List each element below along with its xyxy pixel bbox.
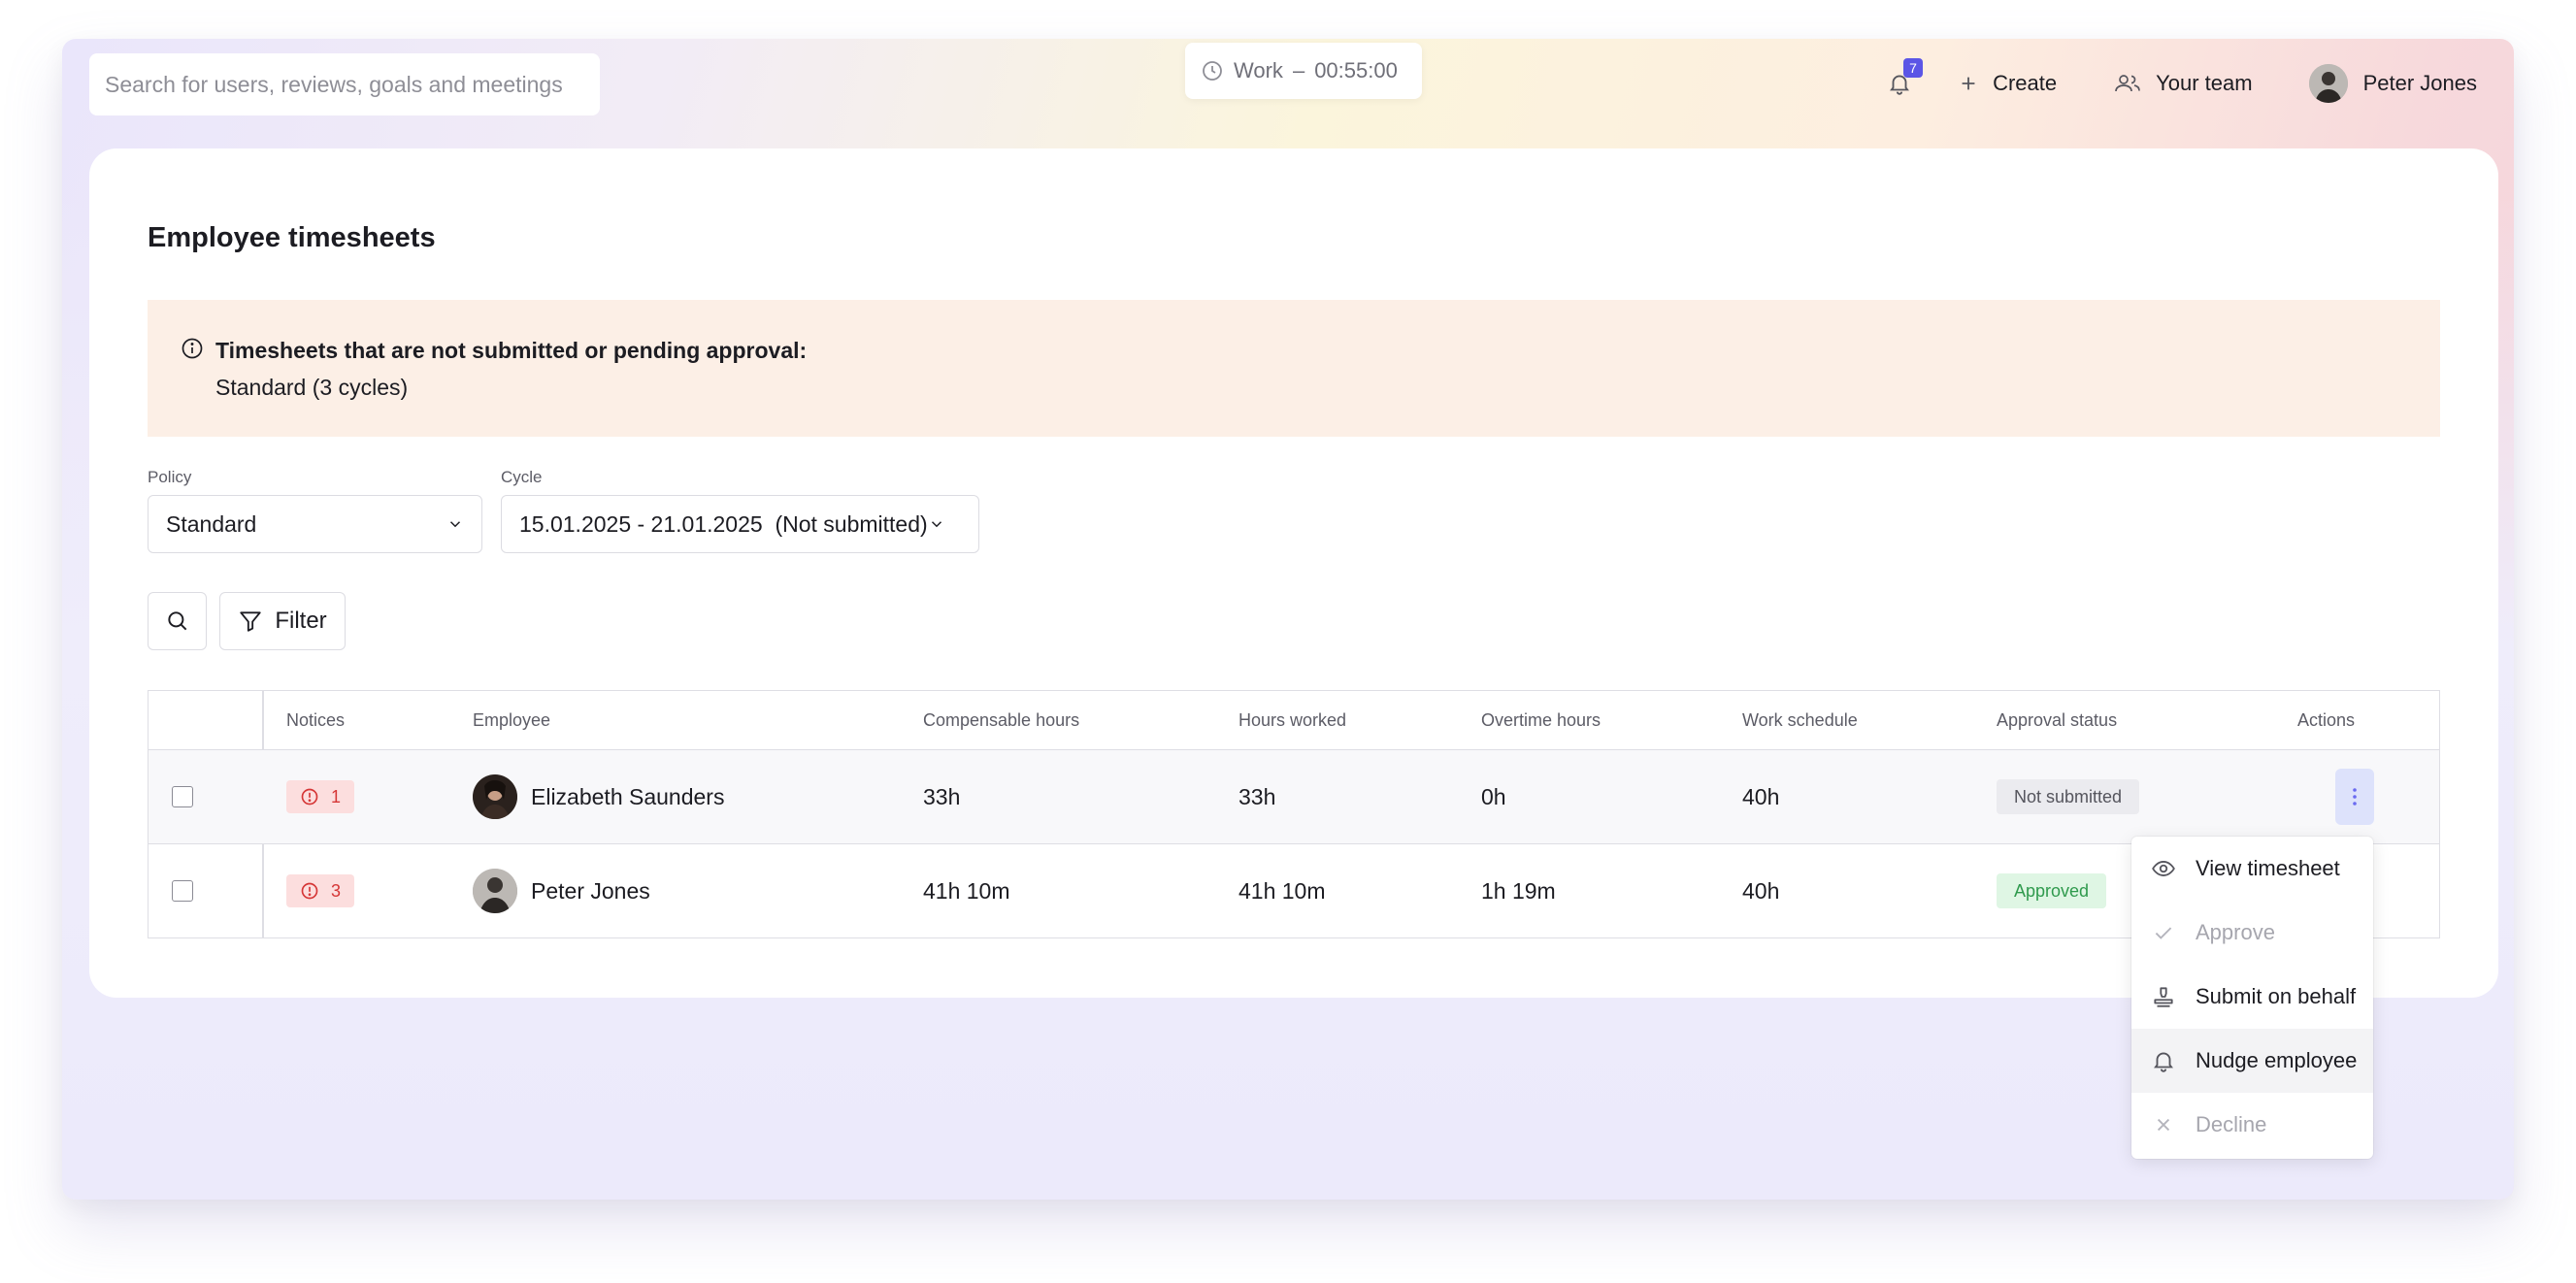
user-profile-button[interactable]: Peter Jones <box>2308 64 2477 103</box>
actions-kebab-button[interactable] <box>2335 769 2374 825</box>
chevron-down-icon <box>446 515 464 533</box>
work-schedule: 40h <box>1742 877 1780 904</box>
compensable-hours: 33h <box>923 783 961 809</box>
table-header: Notices Employee Compensable hours Hours… <box>149 691 2439 750</box>
approval-status: Not submitted <box>1997 779 2140 814</box>
work-schedule: 40h <box>1742 783 1780 809</box>
row-checkbox[interactable] <box>172 786 193 807</box>
policy-label: Policy <box>148 468 192 486</box>
column-header-compensable: Compensable hours <box>923 709 1080 730</box>
employee-cell[interactable]: Elizabeth Saunders <box>473 774 724 819</box>
stamp-icon <box>2151 984 2176 1009</box>
approval-status: Approved <box>1997 873 2107 908</box>
notice-detail: Standard (3 cycles) <box>215 375 409 400</box>
menu-item-label: View timesheet <box>2196 856 2340 880</box>
notices-count: 1 <box>331 786 342 806</box>
your-team-button[interactable]: Your team <box>2113 71 2253 96</box>
clock-icon <box>1201 59 1224 82</box>
column-header-worked: Hours worked <box>1238 709 1347 730</box>
avatar <box>2308 64 2348 103</box>
column-header-overtime: Overtime hours <box>1481 709 1602 730</box>
status-badge: Not submitted <box>1997 779 2140 814</box>
menu-item-decline[interactable]: Decline <box>2131 1093 2373 1157</box>
search-input[interactable] <box>105 71 600 98</box>
notifications-badge: 7 <box>1903 58 1924 78</box>
alert-circle-icon <box>300 787 319 806</box>
user-name: Peter Jones <box>2362 71 2477 95</box>
work-timer[interactable]: Work – 00:55:00 <box>1185 43 1422 99</box>
team-label: Your team <box>2156 71 2253 95</box>
filter-icon <box>238 609 263 634</box>
pending-notice: Timesheets that are not submitted or pen… <box>148 300 2440 437</box>
policy-select[interactable]: Standard <box>148 495 482 553</box>
team-icon <box>2113 71 2142 96</box>
table-row[interactable]: 3 Peter Jones 41h 10m 41h 10m 1h 19m 40h… <box>149 844 2439 938</box>
column-header-employee: Employee <box>473 709 551 730</box>
notice-title: Timesheets that are not submitted or pen… <box>215 338 808 363</box>
top-actions: 7 Create Your team Peter Jones <box>1880 54 2477 113</box>
row-checkbox[interactable] <box>172 880 193 902</box>
timesheets-table: Notices Employee Compensable hours Hours… <box>148 690 2440 938</box>
actions-menu: View timesheet Approve Submit on behalf … <box>2131 837 2373 1159</box>
column-header-notices: Notices <box>286 709 346 730</box>
page-title: Employee timesheets <box>148 222 436 253</box>
create-button[interactable]: Create <box>1958 71 2057 96</box>
menu-item-label: Approve <box>2196 920 2275 944</box>
notices-count: 3 <box>331 880 342 901</box>
x-icon <box>2151 1112 2176 1137</box>
menu-item-nudge-employee[interactable]: Nudge employee <box>2131 1029 2373 1093</box>
hours-worked: 41h 10m <box>1238 877 1326 904</box>
column-header-status: Approval status <box>1997 709 2118 730</box>
menu-item-submit-on-behalf[interactable]: Submit on behalf <box>2131 965 2373 1029</box>
eye-icon <box>2151 856 2176 881</box>
employee-name: Elizabeth Saunders <box>531 783 725 809</box>
cycle-label: Cycle <box>501 468 543 486</box>
alert-circle-icon <box>300 881 319 901</box>
cycle-value: 15.01.2025 - 21.01.2025 (Not submitted) <box>519 510 928 537</box>
bell-icon <box>2151 1048 2176 1073</box>
employee-name: Peter Jones <box>531 877 650 904</box>
hours-worked: 33h <box>1238 783 1276 809</box>
timer-separator: – <box>1292 58 1305 82</box>
compensable-hours: 41h 10m <box>923 877 1010 904</box>
employee-cell[interactable]: Peter Jones <box>473 869 650 913</box>
search-icon <box>165 609 190 634</box>
menu-item-label: Decline <box>2196 1112 2267 1136</box>
status-badge: Approved <box>1997 873 2107 908</box>
chevron-down-icon <box>928 463 977 585</box>
menu-item-label: Submit on behalf <box>2196 984 2357 1008</box>
column-header-actions: Actions <box>2297 709 2356 730</box>
menu-item-approve[interactable]: Approve <box>2131 901 2373 965</box>
filter-label: Filter <box>275 608 327 634</box>
more-vertical-icon <box>2351 785 2359 808</box>
cycle-select[interactable]: 15.01.2025 - 21.01.2025 (Not submitted) <box>501 495 979 553</box>
overtime-hours: 0h <box>1481 783 1506 809</box>
avatar <box>473 774 517 819</box>
info-icon <box>181 337 204 437</box>
table-search-button[interactable] <box>148 592 207 650</box>
menu-item-label: Nudge employee <box>2196 1048 2358 1072</box>
filter-button[interactable]: Filter <box>219 592 346 650</box>
policy-value: Standard <box>166 510 257 537</box>
column-header-schedule: Work schedule <box>1742 709 1858 730</box>
timer-time: 00:55:00 <box>1314 58 1398 82</box>
create-label: Create <box>1993 71 2058 95</box>
menu-item-view-timesheet[interactable]: View timesheet <box>2131 837 2373 901</box>
notices-badge[interactable]: 3 <box>286 874 355 907</box>
global-search[interactable] <box>89 53 600 115</box>
avatar <box>473 869 517 913</box>
plus-icon <box>1958 73 1979 94</box>
table-row[interactable]: 1 Elizabeth Saunders 33h 33h 0h 40h Not … <box>149 750 2439 844</box>
notices-badge[interactable]: 1 <box>286 780 355 813</box>
check-icon <box>2151 920 2176 945</box>
timer-label: Work <box>1234 58 1283 82</box>
notifications-button[interactable]: 7 <box>1880 58 1924 103</box>
overtime-hours: 1h 19m <box>1481 877 1556 904</box>
